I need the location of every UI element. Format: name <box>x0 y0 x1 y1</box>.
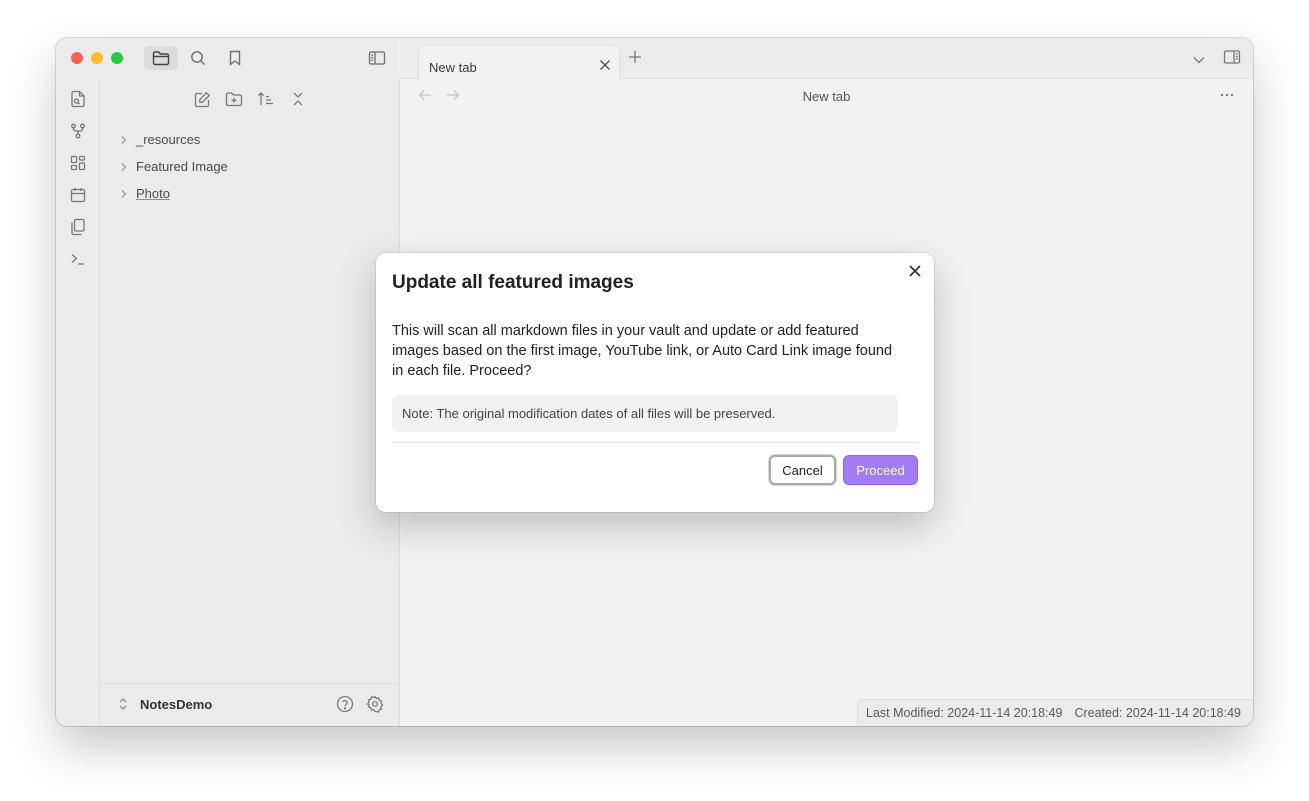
sidebar-toolbar <box>56 38 399 78</box>
ribbon-canvas[interactable] <box>67 152 89 174</box>
modal-note: Note: The original modification dates of… <box>392 395 898 432</box>
ribbon-daily-note[interactable] <box>67 184 89 206</box>
tree-folder-label: _resources <box>136 132 201 147</box>
vault-profile: NotesDemo <box>100 683 399 726</box>
bookmark-icon <box>229 50 241 66</box>
cancel-button[interactable]: Cancel <box>769 455 836 485</box>
tree-folder-label: Photo <box>136 186 170 201</box>
ribbon-graph-view[interactable] <box>67 120 89 142</box>
file-explorer: _resources Featured Image Photo NotesDem… <box>100 78 400 726</box>
layout-dashboard-icon <box>70 155 86 171</box>
close-tab-button[interactable] <box>599 58 611 76</box>
settings-button[interactable] <box>366 695 384 718</box>
minimize-window-button[interactable] <box>91 52 103 64</box>
view-header: New tab <box>400 79 1253 115</box>
tree-folder-label: Featured Image <box>136 159 228 174</box>
folder-icon <box>152 51 170 66</box>
modal-close-button[interactable] <box>908 264 922 283</box>
terminal-icon <box>71 254 84 265</box>
chevron-right-icon <box>120 189 136 199</box>
files-view-button[interactable] <box>144 46 178 70</box>
toggle-right-sidebar-button[interactable] <box>1223 49 1241 70</box>
modal-message: This will scan all markdown files in you… <box>392 323 893 379</box>
toggle-left-sidebar-button[interactable] <box>360 46 394 70</box>
plus-icon <box>629 51 641 63</box>
zoom-window-button[interactable] <box>111 52 123 64</box>
chevron-down-icon <box>1193 57 1205 64</box>
status-last-modified: Last Modified: 2024-11-14 20:18:49 <box>866 706 1063 720</box>
collapse-all-button[interactable] <box>286 88 310 110</box>
new-folder-button[interactable] <box>222 88 246 110</box>
new-note-button[interactable] <box>190 88 214 110</box>
search-icon <box>191 51 205 65</box>
tree-folder[interactable]: Featured Image <box>100 153 399 180</box>
folder-plus-icon <box>225 92 243 107</box>
status-created: Created: 2024-11-14 20:18:49 <box>1074 706 1241 720</box>
file-search-icon <box>71 90 85 108</box>
file-tree: _resources Featured Image Photo <box>100 126 399 207</box>
tab-title: New tab <box>429 60 477 75</box>
close-icon <box>600 60 610 70</box>
sort-ascending-icon <box>258 92 273 105</box>
help-circle-icon <box>336 695 354 713</box>
sidebar-right-icon <box>1223 50 1241 64</box>
calendar-icon <box>70 188 86 203</box>
modal-divider <box>392 442 918 443</box>
search-view-button[interactable] <box>181 46 215 70</box>
chevron-right-icon <box>120 162 136 172</box>
more-options-button[interactable] <box>1219 87 1235 108</box>
edit-icon <box>194 91 210 107</box>
git-fork-icon <box>71 123 85 139</box>
bookmarks-view-button[interactable] <box>218 46 252 70</box>
new-tab-button[interactable] <box>628 50 642 69</box>
ribbon-templates[interactable] <box>67 216 89 238</box>
file-explorer-actions <box>190 88 310 110</box>
chevrons-up-down-icon <box>119 698 127 710</box>
files-icon <box>71 218 85 236</box>
ribbon <box>56 78 100 726</box>
tab-bar: New tab <box>400 38 1253 80</box>
ribbon-command-palette[interactable] <box>67 248 89 270</box>
gear-icon <box>366 695 384 713</box>
modal-title: Update all featured images <box>392 272 634 293</box>
proceed-button[interactable]: Proceed <box>843 455 918 485</box>
help-button[interactable] <box>336 695 354 718</box>
chevron-right-icon <box>120 135 136 145</box>
chevrons-collapse-icon <box>293 92 303 106</box>
status-bar: Last Modified: 2024-11-14 20:18:49 Creat… <box>857 699 1253 726</box>
vault-name[interactable]: NotesDemo <box>140 697 212 712</box>
sidebar-left-icon <box>368 51 386 65</box>
close-window-button[interactable] <box>71 52 83 64</box>
tab-new-tab[interactable]: New tab <box>418 45 620 80</box>
tree-folder[interactable]: Photo <box>100 180 399 207</box>
vault-switcher-button[interactable] <box>118 697 128 716</box>
change-sort-order-button[interactable] <box>254 88 278 110</box>
tree-folder[interactable]: _resources <box>100 126 399 153</box>
view-title: New tab <box>802 89 851 104</box>
more-horizontal-icon <box>1220 93 1234 97</box>
tab-list-button[interactable] <box>1193 51 1205 69</box>
ribbon-open-quick-switcher[interactable] <box>67 88 89 110</box>
close-icon <box>909 265 921 277</box>
update-featured-images-modal: Update all featured images This will sca… <box>376 253 934 512</box>
